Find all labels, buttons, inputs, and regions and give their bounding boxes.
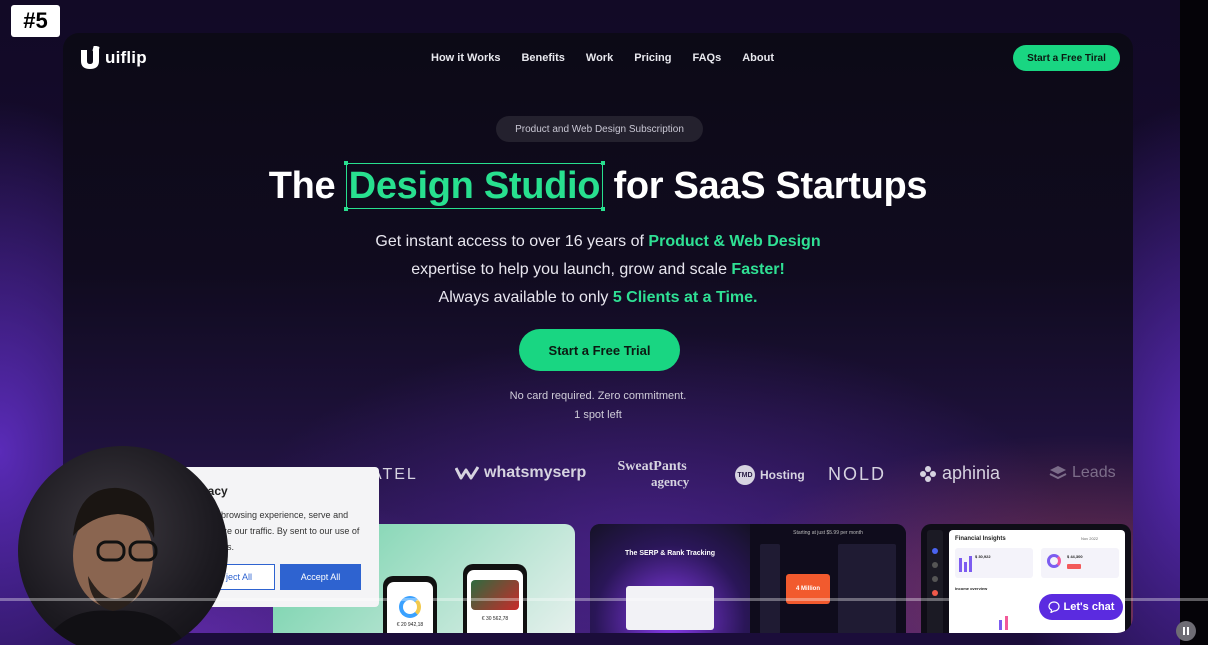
fin-value: $ 30,922 xyxy=(975,554,991,559)
tmd-logo-icon: TMD xyxy=(735,465,755,485)
leadster-logo-icon xyxy=(1049,466,1067,480)
sub-text: expertise to help you launch, grow and s… xyxy=(411,261,732,278)
pricing-column xyxy=(760,544,780,633)
subscription-pill: Product and Web Design Subscription xyxy=(496,116,703,142)
headline-accent-text: Design Studio xyxy=(348,165,601,207)
fin-card: $ 30,922 xyxy=(955,548,1033,578)
selection-handle[interactable] xyxy=(343,207,348,211)
whatsmyserp-logo-icon xyxy=(455,466,479,480)
fin-section-label: Income overview xyxy=(955,586,988,591)
brand-whatsmyserp: whatsmyserp xyxy=(455,464,586,482)
fin-bar xyxy=(959,558,962,572)
sub-highlight: Product & Web Design xyxy=(648,233,821,250)
nav-dot-icon xyxy=(932,590,938,596)
phone-value: € 30 562,78 xyxy=(481,616,509,622)
brand-text: SweatPants xyxy=(617,459,687,474)
nav-dot-icon xyxy=(932,576,938,582)
lets-chat-button[interactable]: Let's chat xyxy=(1039,594,1123,620)
episode-badge: #5 xyxy=(11,5,60,37)
brand-sweatpants: SweatPants agency xyxy=(615,459,690,489)
frame-edge xyxy=(1180,0,1208,645)
fin-sidebar xyxy=(927,530,943,633)
accept-all-button[interactable]: Accept All xyxy=(280,564,361,590)
chat-label: Let's chat xyxy=(1063,601,1115,613)
fin-filter: Nov 2022 xyxy=(1081,536,1099,541)
brand-leadster: Leads xyxy=(1049,464,1116,482)
fin-bar xyxy=(964,562,967,572)
presenter-silhouette xyxy=(43,487,187,645)
top-navigation: uiflip How it Works Benefits Work Pricin… xyxy=(63,33,1133,85)
fin-title: Financial Insights xyxy=(955,536,1006,542)
brand-text: NOLD xyxy=(828,464,887,484)
brand-text: aphinia xyxy=(942,463,1001,483)
brand-tmdhosting: TMD Hosting xyxy=(735,465,805,485)
hero-headline: The Design Studio for SaaS Startups xyxy=(63,161,1133,211)
sub-highlight: Faster! xyxy=(731,261,785,278)
selection-handle[interactable] xyxy=(601,161,606,165)
brand-text: whatsmyserp xyxy=(484,464,587,481)
video-progress-track[interactable] xyxy=(0,598,1208,601)
pricing-column xyxy=(838,544,896,633)
site-logo[interactable]: uiflip xyxy=(79,45,147,70)
nav-link-pricing[interactable]: Pricing xyxy=(634,52,671,64)
fin-card: $ 44,300 xyxy=(1041,548,1119,578)
headline-accent-selected[interactable]: Design Studio xyxy=(343,161,606,211)
no-card-note: No card required. Zero commitment. xyxy=(509,390,687,402)
phone-screen: € 30 562,78 xyxy=(467,570,523,633)
sub-highlight: 5 Clients at a Time. xyxy=(612,289,758,306)
hero-sub-line-2: expertise to help you launch, grow and s… xyxy=(63,261,1133,279)
brand-nold: NOLD xyxy=(828,464,886,485)
headline-before: The xyxy=(268,165,336,207)
pricing-panel: Starting at just $5.99 per month 4 Milli… xyxy=(750,524,906,633)
brand-text: Leads xyxy=(1072,464,1116,481)
hero-sub-line-1: Get instant access to over 16 years of P… xyxy=(63,233,1133,251)
start-trial-hero-button[interactable]: Start a Free Trial xyxy=(519,329,680,371)
chat-bubble-icon xyxy=(1047,601,1060,613)
pause-icon[interactable] xyxy=(1176,621,1196,641)
serp-hero: The SERP & Rank Tracking xyxy=(590,524,750,633)
nav-link-work[interactable]: Work xyxy=(586,52,613,64)
serp-title: The SERP & Rank Tracking xyxy=(624,550,716,557)
nav-link-about[interactable]: About xyxy=(742,52,774,64)
nav-links: How it Works Benefits Work Pricing FAQs … xyxy=(431,52,795,64)
pricing-title: Starting at just $5.99 per month xyxy=(793,530,863,536)
nav-dot-icon xyxy=(932,548,938,554)
aphinia-logo-icon xyxy=(920,465,936,482)
fin-bar xyxy=(969,556,972,572)
phone-screen: € 20 942,18 xyxy=(387,582,433,633)
sub-text: Always available to only xyxy=(438,289,613,306)
nav-link-faqs[interactable]: FAQs xyxy=(693,52,722,64)
hero-sub-line-3: Always available to only 5 Clients at a … xyxy=(63,289,1133,307)
showcase-card-serp-tracking[interactable]: The SERP & Rank Tracking Starting at jus… xyxy=(590,524,906,633)
sub-text: Get instant access to over 16 years of xyxy=(375,233,649,250)
start-trial-nav-button[interactable]: Start a Free Tiral xyxy=(1013,45,1120,71)
selection-handle[interactable] xyxy=(601,207,606,211)
headline-after: for SaaS Startups xyxy=(613,165,928,207)
fin-bar xyxy=(999,620,1002,630)
fin-value: $ 44,300 xyxy=(1067,554,1083,559)
phone-value: € 20 942,18 xyxy=(396,622,424,628)
brand-aphinia: aphinia xyxy=(919,463,1000,484)
fin-bar xyxy=(1005,616,1008,630)
nav-dot-icon xyxy=(932,562,938,568)
selection-handle[interactable] xyxy=(343,161,348,165)
presenter-webcam xyxy=(18,446,228,645)
brand-text: Hosting xyxy=(760,468,805,482)
fin-donut xyxy=(1047,554,1061,568)
phone-mockup: € 20 942,18 xyxy=(383,576,437,633)
car-image xyxy=(471,580,519,610)
serp-dashboard-preview xyxy=(626,586,714,630)
spots-left-note: 1 spot left xyxy=(574,409,622,421)
brand-text: agency xyxy=(651,474,690,489)
uiflip-logo-icon xyxy=(79,45,101,70)
fin-badge xyxy=(1067,564,1081,569)
logo-text: uiflip xyxy=(105,48,147,67)
nav-link-benefits[interactable]: Benefits xyxy=(521,52,564,64)
nav-link-how-it-works[interactable]: How it Works xyxy=(431,52,500,64)
